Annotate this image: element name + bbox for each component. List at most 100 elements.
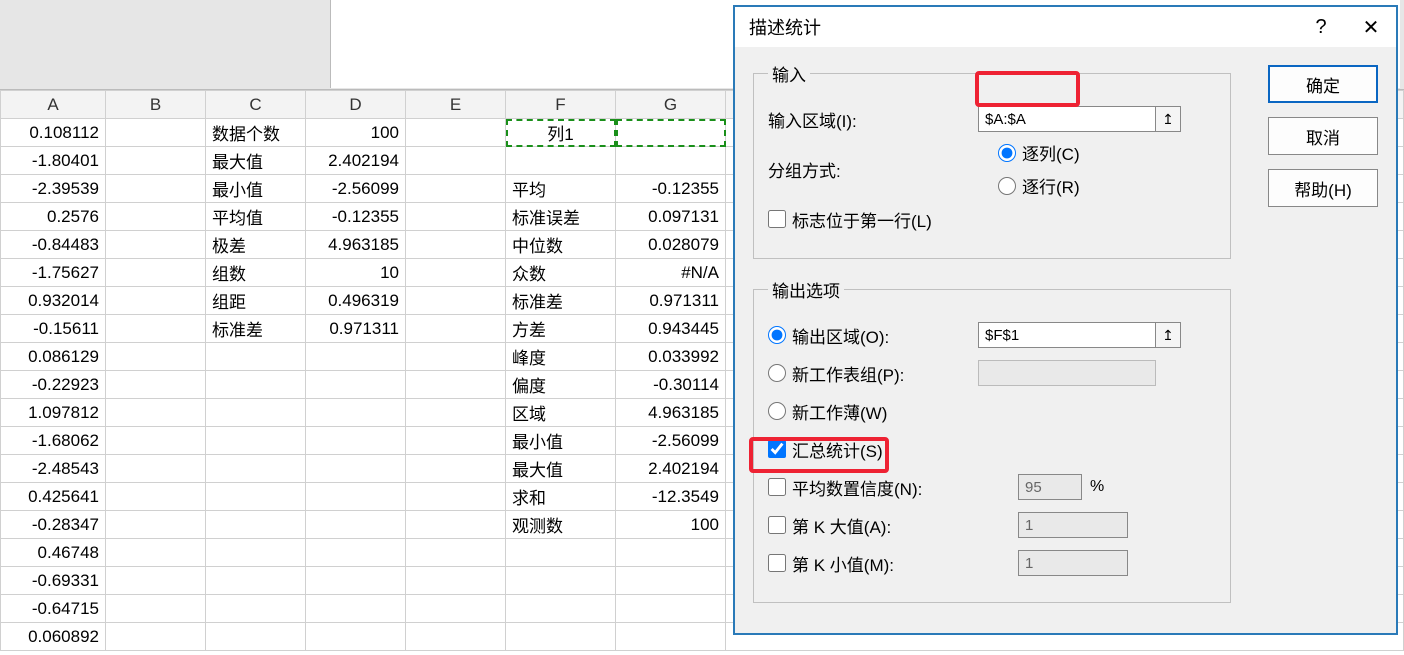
dialog-titlebar[interactable]: 描述统计 ? ✕	[735, 7, 1396, 47]
cell[interactable]	[406, 119, 506, 147]
cell[interactable]	[406, 371, 506, 399]
cell[interactable]	[106, 231, 206, 259]
cell[interactable]	[306, 511, 406, 539]
col-header-E[interactable]: E	[406, 91, 506, 119]
cell[interactable]	[406, 399, 506, 427]
output-range-picker-icon[interactable]: ↥	[1155, 322, 1181, 348]
group-by-row-input[interactable]	[998, 177, 1016, 195]
cell[interactable]	[306, 455, 406, 483]
cell[interactable]	[616, 623, 726, 651]
cell[interactable]: 平均	[506, 175, 616, 203]
close-icon[interactable]: ✕	[1346, 7, 1396, 47]
cell[interactable]: 0.943445	[616, 315, 726, 343]
cell[interactable]	[406, 511, 506, 539]
cell[interactable]	[616, 567, 726, 595]
col-header-B[interactable]: B	[106, 91, 206, 119]
cell[interactable]: 组数	[206, 259, 306, 287]
cell[interactable]: 最小值	[506, 427, 616, 455]
cell[interactable]: -2.39539	[1, 175, 106, 203]
cell[interactable]	[206, 455, 306, 483]
col-header-F[interactable]: F	[506, 91, 616, 119]
col-header-D[interactable]: D	[306, 91, 406, 119]
cell[interactable]: -2.48543	[1, 455, 106, 483]
kth-smallest-input[interactable]	[768, 554, 786, 572]
cell[interactable]	[406, 455, 506, 483]
cell[interactable]: 方差	[506, 315, 616, 343]
cell[interactable]	[406, 343, 506, 371]
col-header-A[interactable]: A	[1, 91, 106, 119]
cell[interactable]	[406, 427, 506, 455]
new-workbook-input[interactable]	[768, 402, 786, 420]
cell[interactable]	[616, 119, 726, 147]
cell[interactable]: 中位数	[506, 231, 616, 259]
cancel-button[interactable]: 取消	[1268, 117, 1378, 155]
cell[interactable]: 0.971311	[306, 315, 406, 343]
cell[interactable]	[206, 539, 306, 567]
cell[interactable]	[406, 259, 506, 287]
cell[interactable]	[406, 539, 506, 567]
cell[interactable]	[106, 119, 206, 147]
cell[interactable]: 最大值	[206, 147, 306, 175]
cell[interactable]: -0.12355	[306, 203, 406, 231]
cell[interactable]	[506, 595, 616, 623]
cell[interactable]: 100	[616, 511, 726, 539]
cell[interactable]: -0.15611	[1, 315, 106, 343]
cell[interactable]	[406, 203, 506, 231]
cell[interactable]	[106, 539, 206, 567]
cell[interactable]	[206, 567, 306, 595]
cell[interactable]: 0.033992	[616, 343, 726, 371]
cell[interactable]	[306, 567, 406, 595]
cell[interactable]: 众数	[506, 259, 616, 287]
cell[interactable]	[406, 567, 506, 595]
cell[interactable]	[206, 483, 306, 511]
cell[interactable]: -2.56099	[306, 175, 406, 203]
cell[interactable]: 0.097131	[616, 203, 726, 231]
cell[interactable]: -12.3549	[616, 483, 726, 511]
cell[interactable]	[506, 623, 616, 651]
cell[interactable]	[206, 427, 306, 455]
output-range-input[interactable]	[768, 326, 786, 344]
new-sheet-input[interactable]	[768, 364, 786, 382]
cell[interactable]	[206, 371, 306, 399]
cell[interactable]	[106, 371, 206, 399]
cell[interactable]	[306, 595, 406, 623]
cell[interactable]	[106, 315, 206, 343]
cell[interactable]	[206, 595, 306, 623]
cell[interactable]: 平均值	[206, 203, 306, 231]
cell[interactable]	[306, 399, 406, 427]
cell[interactable]	[306, 483, 406, 511]
cell[interactable]	[106, 595, 206, 623]
cell[interactable]: 观测数	[506, 511, 616, 539]
cell[interactable]: -0.28347	[1, 511, 106, 539]
cell[interactable]	[206, 343, 306, 371]
cell[interactable]: 最小值	[206, 175, 306, 203]
cell[interactable]: -0.84483	[1, 231, 106, 259]
cell[interactable]: -1.68062	[1, 427, 106, 455]
kth-largest-input[interactable]	[768, 516, 786, 534]
cell[interactable]: 0.496319	[306, 287, 406, 315]
cell[interactable]: 组距	[206, 287, 306, 315]
cell[interactable]: -0.64715	[1, 595, 106, 623]
cell[interactable]: 0.108112	[1, 119, 106, 147]
cell[interactable]: #N/A	[616, 259, 726, 287]
cell[interactable]: 2.402194	[616, 455, 726, 483]
summary-stats-checkbox[interactable]: 汇总统计(S)	[768, 437, 883, 462]
cell[interactable]: -2.56099	[616, 427, 726, 455]
cell[interactable]	[616, 595, 726, 623]
cell[interactable]: 标准差	[506, 287, 616, 315]
cell[interactable]: -0.12355	[616, 175, 726, 203]
cell[interactable]: 0.086129	[1, 343, 106, 371]
kth-largest-checkbox[interactable]: 第 K 大值(A):	[768, 513, 1018, 538]
cell[interactable]	[206, 399, 306, 427]
new-workbook-radio[interactable]: 新工作薄(W)	[768, 399, 887, 424]
cell[interactable]: -0.30114	[616, 371, 726, 399]
cell[interactable]	[306, 427, 406, 455]
col-header-G[interactable]: G	[616, 91, 726, 119]
cell[interactable]	[206, 511, 306, 539]
cell[interactable]	[406, 147, 506, 175]
confidence-checkbox[interactable]: 平均数置信度(N):	[768, 475, 1018, 500]
cell[interactable]	[506, 147, 616, 175]
cell[interactable]	[406, 483, 506, 511]
labels-first-row-input[interactable]	[768, 210, 786, 228]
cell[interactable]	[506, 539, 616, 567]
